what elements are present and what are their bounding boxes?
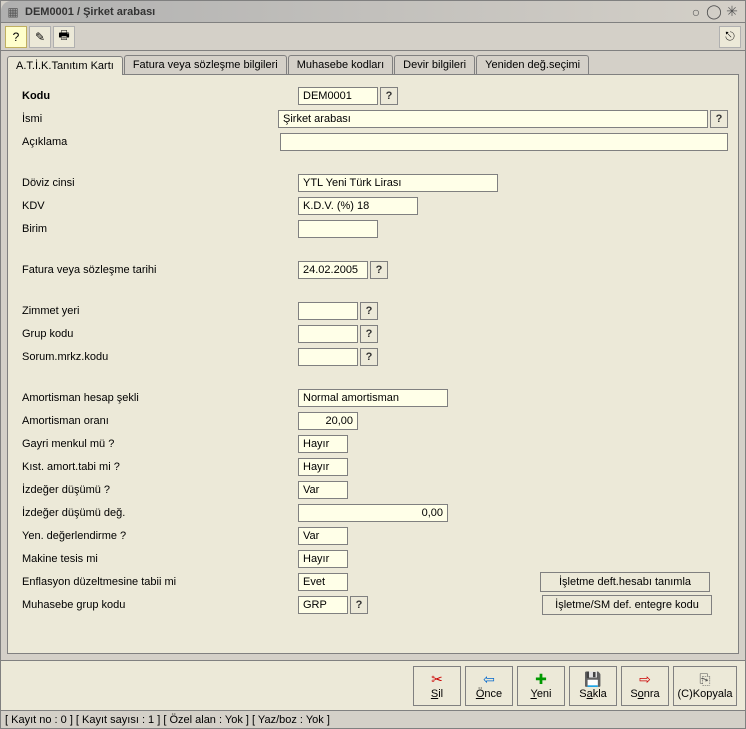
btn-kopyala-label: (C)Kopyala [677,688,732,700]
prev-icon: ⇦ [483,672,495,688]
label-birim: Birim [18,223,298,235]
label-enflasyon: Enflasyon düzeltmesine tabii mi [18,576,298,588]
label-kodu: Kodu [18,90,298,102]
next-icon: ⇨ [639,672,651,688]
input-enflasyon[interactable]: Evet [298,573,348,591]
delete-icon: ✂ [431,672,443,688]
edit-icon[interactable]: ✎ [29,26,51,48]
status-bar: [ Kayıt no : 0 ] [ Kayıt sayısı : 1 ] [ … [1,710,745,728]
window: ▦ DEM0001 / Şirket arabası ○ ◯ ✳ ? ✎ 🖶 ⎋… [0,0,746,729]
label-amort-sekli: Amortisman hesap şekli [18,392,298,404]
btn-once-label: nce [484,688,502,700]
btn-isletme-sm[interactable]: İşletme/SM def. entegre kodu [542,595,712,615]
input-kist[interactable]: Hayır [298,458,348,476]
btn-isletme-deft[interactable]: İşletme deft.hesabı tanımla [540,572,710,592]
new-icon: ✚ [535,672,547,688]
label-grup: Grup kodu [18,328,298,340]
lookup-ismi[interactable]: ? [710,110,728,128]
input-zimmet[interactable] [298,302,358,320]
exit-icon[interactable]: ⎋ [719,26,741,48]
input-yen-deg[interactable]: Var [298,527,348,545]
input-gayri[interactable]: Hayır [298,435,348,453]
window-title: DEM0001 / Şirket arabası [25,6,687,18]
maximize-icon[interactable]: ◯ [705,3,723,21]
input-amort-orani[interactable]: 20,00 [298,412,358,430]
label-muhasebe-grup: Muhasebe grup kodu [18,599,298,611]
input-izdeger[interactable]: Var [298,481,348,499]
titlebar: ▦ DEM0001 / Şirket arabası ○ ◯ ✳ [1,1,745,23]
label-makine: Makine tesis mi [18,553,298,565]
btn-kopyala[interactable]: ⎘ (C)Kopyala [673,666,737,706]
toolbar: ? ✎ 🖶 ⎋ [1,23,745,51]
label-zimmet: Zimmet yeri [18,305,298,317]
input-ismi[interactable]: Şirket arabası [278,110,708,128]
tab-fatura[interactable]: Fatura veya sözleşme bilgileri [124,55,287,74]
label-ismi: İsmi [18,113,278,125]
lookup-muhasebe-grup[interactable]: ? [350,596,368,614]
input-kodu[interactable]: DEM0001 [298,87,378,105]
label-doviz: Döviz cinsi [18,177,298,189]
close-icon[interactable]: ✳ [723,3,741,21]
btn-sakla-label: kla [593,688,607,700]
btn-sil[interactable]: ✂ Sil [413,666,461,706]
input-muhasebe-grup[interactable]: GRP [298,596,348,614]
lookup-kodu[interactable]: ? [380,87,398,105]
input-fatura-tarih[interactable]: 24.02.2005 [298,261,368,279]
input-izdeger-deg[interactable]: 0,00 [298,504,448,522]
label-izdeger-deg: İzdeğer düşümü değ. [18,507,298,519]
tab-muhasebe[interactable]: Muhasebe kodları [288,55,393,74]
input-sorum[interactable] [298,348,358,366]
app-icon: ▦ [5,4,21,20]
input-amort-sekli[interactable]: Normal amortisman [298,389,448,407]
input-aciklama[interactable] [280,133,728,151]
lookup-zimmet[interactable]: ? [360,302,378,320]
bottom-toolbar: ✂ Sil ⇦ Önce ✚ Yeni 💾 Sakla ⇨ Sonra ⎘ (C… [1,660,745,710]
btn-sonra-label: nra [644,688,660,700]
tabs: A.T.İ.K.Tanıtım Kartı Fatura veya sözleş… [1,51,745,74]
label-fatura-tarih: Fatura veya sözleşme tarihi [18,264,298,276]
tab-devir[interactable]: Devir bilgileri [394,55,475,74]
lookup-fatura-tarih[interactable]: ? [370,261,388,279]
label-sorum: Sorum.mrkz.kodu [18,351,298,363]
minimize-icon[interactable]: ○ [687,3,705,21]
btn-sil-label: il [438,688,443,700]
input-grup[interactable] [298,325,358,343]
btn-once[interactable]: ⇦ Önce [465,666,513,706]
btn-yeni[interactable]: ✚ Yeni [517,666,565,706]
label-yen-deg: Yen. değerlendirme ? [18,530,298,542]
lookup-sorum[interactable]: ? [360,348,378,366]
print-icon[interactable]: 🖶 [53,26,75,48]
label-amort-orani: Amortisman oranı [18,415,298,427]
label-aciklama: Açıklama [18,136,280,148]
btn-yeni-label: eni [537,688,552,700]
input-kdv[interactable]: K.D.V. (%) 18 [298,197,418,215]
label-gayri: Gayri menkul mü ? [18,438,298,450]
btn-sonra[interactable]: ⇨ Sonra [621,666,669,706]
form-panel: Kodu DEM0001 ? İsmi Şirket arabası ? Açı… [7,74,739,654]
save-icon: 💾 [584,672,601,688]
label-kist: Kıst. amort.tabi mi ? [18,461,298,473]
tab-yeniden[interactable]: Yeniden değ.seçimi [476,55,589,74]
label-izdeger: İzdeğer düşümü ? [18,484,298,496]
copy-icon: ⎘ [699,672,710,688]
input-birim[interactable] [298,220,378,238]
input-makine[interactable]: Hayır [298,550,348,568]
lookup-grup[interactable]: ? [360,325,378,343]
input-doviz[interactable]: YTL Yeni Türk Lirası [298,174,498,192]
help-icon[interactable]: ? [5,26,27,48]
btn-sakla[interactable]: 💾 Sakla [569,666,617,706]
label-kdv: KDV [18,200,298,212]
tab-tanitim[interactable]: A.T.İ.K.Tanıtım Kartı [7,56,123,75]
